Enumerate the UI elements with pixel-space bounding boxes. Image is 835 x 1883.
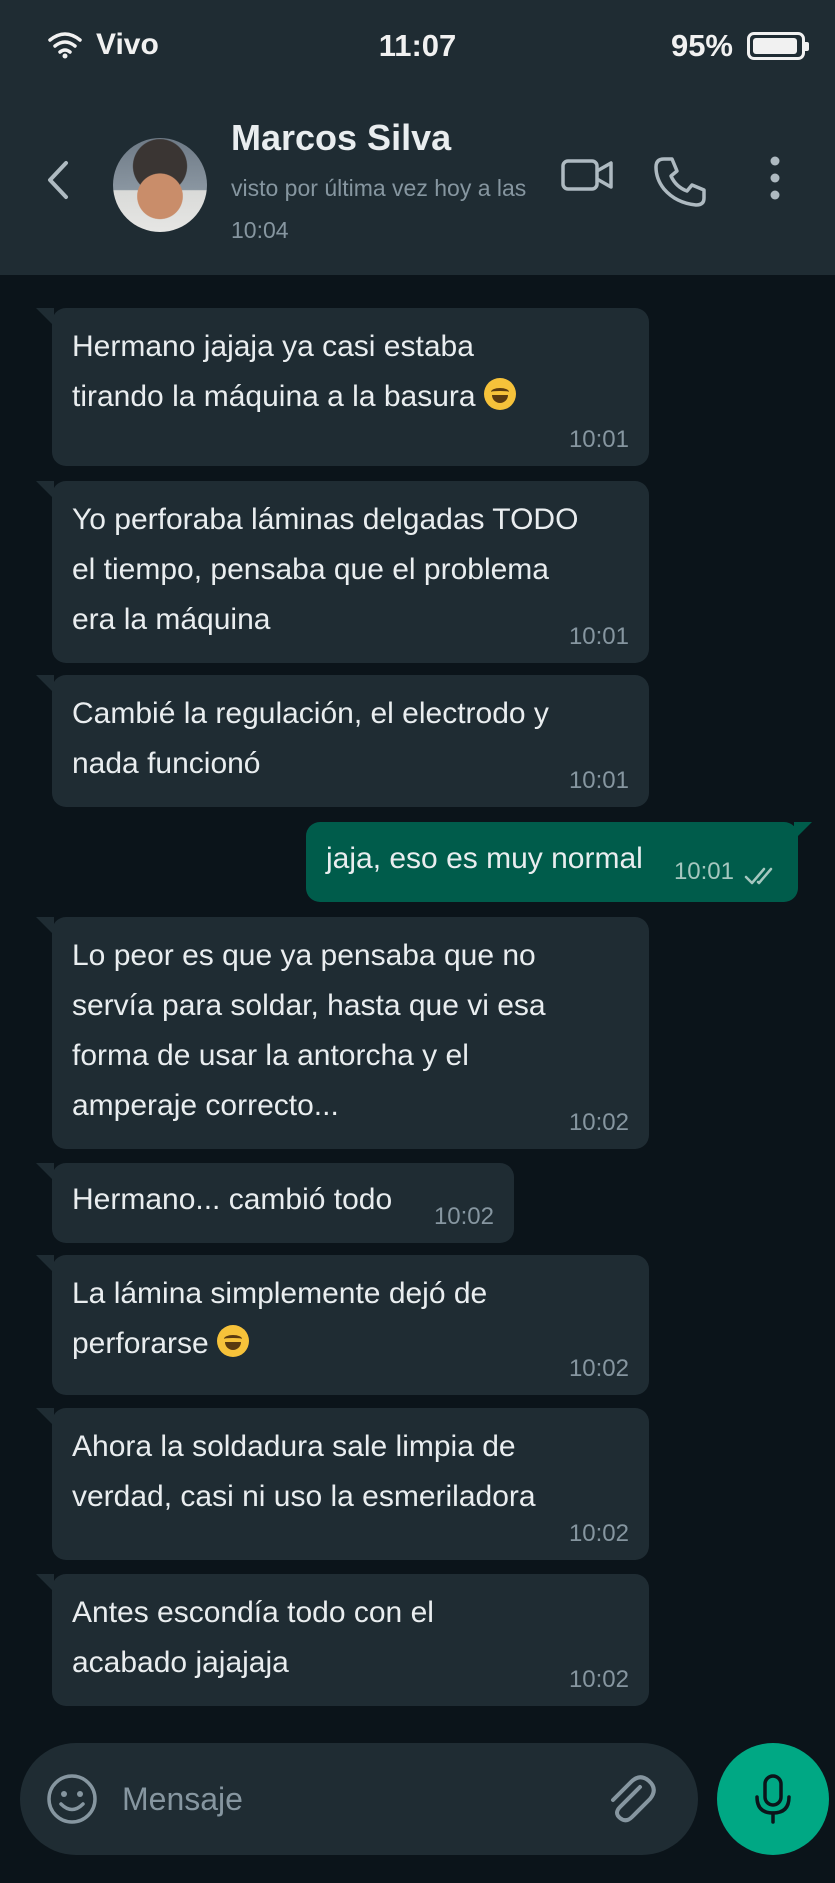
message-text: Cambié la regulación, el electrodo y bbox=[72, 697, 549, 730]
battery-fill bbox=[753, 38, 797, 54]
message-text: el tiempo, pensaba que el problema bbox=[72, 553, 549, 586]
message-text: servía para soldar, hasta que vi esa bbox=[72, 989, 546, 1022]
status-bar: Vivo 11:07 95% bbox=[0, 0, 835, 95]
avatar[interactable] bbox=[113, 138, 207, 232]
chat-area: Hermano jajaja ya casi estaba tirando la… bbox=[0, 275, 835, 1710]
message-text: era la máquina bbox=[72, 603, 271, 636]
message-time: 10:01 bbox=[568, 623, 629, 650]
message-time: 10:01 bbox=[568, 426, 629, 453]
message-composer bbox=[20, 1743, 698, 1855]
message-text: La lámina simplemente dejó de bbox=[72, 1277, 488, 1310]
message-bubble-incoming[interactable]: Lo peor es que ya pensaba que no servía … bbox=[36, 917, 649, 1149]
message-time: 10:02 bbox=[568, 1666, 629, 1693]
message-bubble-incoming[interactable]: La lámina simplemente dejó de perforarse… bbox=[36, 1255, 649, 1395]
message-text: perforarse bbox=[72, 1319, 629, 1369]
status-right: 95% bbox=[670, 28, 809, 64]
sweat-smile-emoji-icon bbox=[217, 1325, 250, 1357]
message-input[interactable] bbox=[122, 1769, 602, 1829]
message-time: 10:01 bbox=[568, 767, 629, 794]
paperclip-attach-icon[interactable] bbox=[602, 1771, 658, 1827]
microphone-icon bbox=[755, 1774, 791, 1824]
message-text: verdad, casi ni uso la esmeriladora bbox=[72, 1480, 536, 1513]
battery-icon bbox=[747, 32, 809, 60]
message-bubble-incoming[interactable]: Cambié la regulación, el electrodo y nad… bbox=[36, 675, 649, 807]
message-bubble-incoming[interactable]: Hermano... cambió todo 10:02 bbox=[36, 1163, 514, 1243]
message-text: Hermano... cambió todo bbox=[72, 1183, 393, 1216]
message-text: acabado jajajaja bbox=[72, 1646, 289, 1679]
message-time: 10:01 bbox=[673, 858, 734, 885]
message-text: forma de usar la antorcha y el bbox=[72, 1039, 469, 1072]
message-text: Ahora la soldadura sale limpia de bbox=[72, 1430, 516, 1463]
message-time: 10:02 bbox=[568, 1355, 629, 1382]
chat-header: Marcos Silva visto por última vez hoy a … bbox=[0, 95, 835, 275]
message-text: Yo perforaba láminas delgadas TODO bbox=[72, 503, 579, 536]
microphone-button[interactable] bbox=[717, 1743, 829, 1855]
message-text: nada funcionó bbox=[72, 747, 261, 780]
message-text: Hermano jajaja ya casi estaba bbox=[72, 330, 474, 363]
double-check-read-icon bbox=[744, 867, 773, 885]
emoji-smiley-icon[interactable] bbox=[46, 1773, 98, 1825]
more-options-icon[interactable] bbox=[760, 153, 790, 203]
message-text: tirando la máquina a la basura bbox=[72, 372, 629, 422]
message-text: amperaje correcto... bbox=[72, 1089, 339, 1122]
message-bubble-incoming[interactable]: Yo perforaba láminas delgadas TODO el ti… bbox=[36, 481, 649, 663]
battery-percent: 95% bbox=[670, 28, 733, 63]
message-time: 10:02 bbox=[568, 1109, 629, 1136]
contact-name[interactable]: Marcos Silva bbox=[231, 117, 451, 159]
video-call-icon[interactable] bbox=[560, 153, 616, 197]
last-seen-status: visto por última vez hoy a las 10:04 bbox=[231, 175, 527, 243]
message-text: Antes escondía todo con el bbox=[72, 1596, 434, 1629]
message-time: 10:02 bbox=[568, 1520, 629, 1547]
message-bubble-incoming[interactable]: Ahora la soldadura sale limpia de verdad… bbox=[36, 1408, 649, 1560]
phone-call-icon[interactable] bbox=[652, 155, 708, 209]
message-bubble-incoming[interactable]: Antes escondía todo con el acabado jajaj… bbox=[36, 1574, 649, 1706]
back-arrow-icon[interactable] bbox=[38, 155, 78, 205]
message-text: Lo peor es que ya pensaba que no bbox=[72, 939, 536, 972]
message-bubble-outgoing[interactable]: jaja, eso es muy normal 10:01 bbox=[306, 822, 812, 902]
message-bubble-incoming[interactable]: Hermano jajaja ya casi estaba tirando la… bbox=[36, 308, 649, 466]
message-time: 10:02 bbox=[433, 1203, 494, 1230]
sweat-smile-emoji-icon bbox=[483, 378, 516, 410]
